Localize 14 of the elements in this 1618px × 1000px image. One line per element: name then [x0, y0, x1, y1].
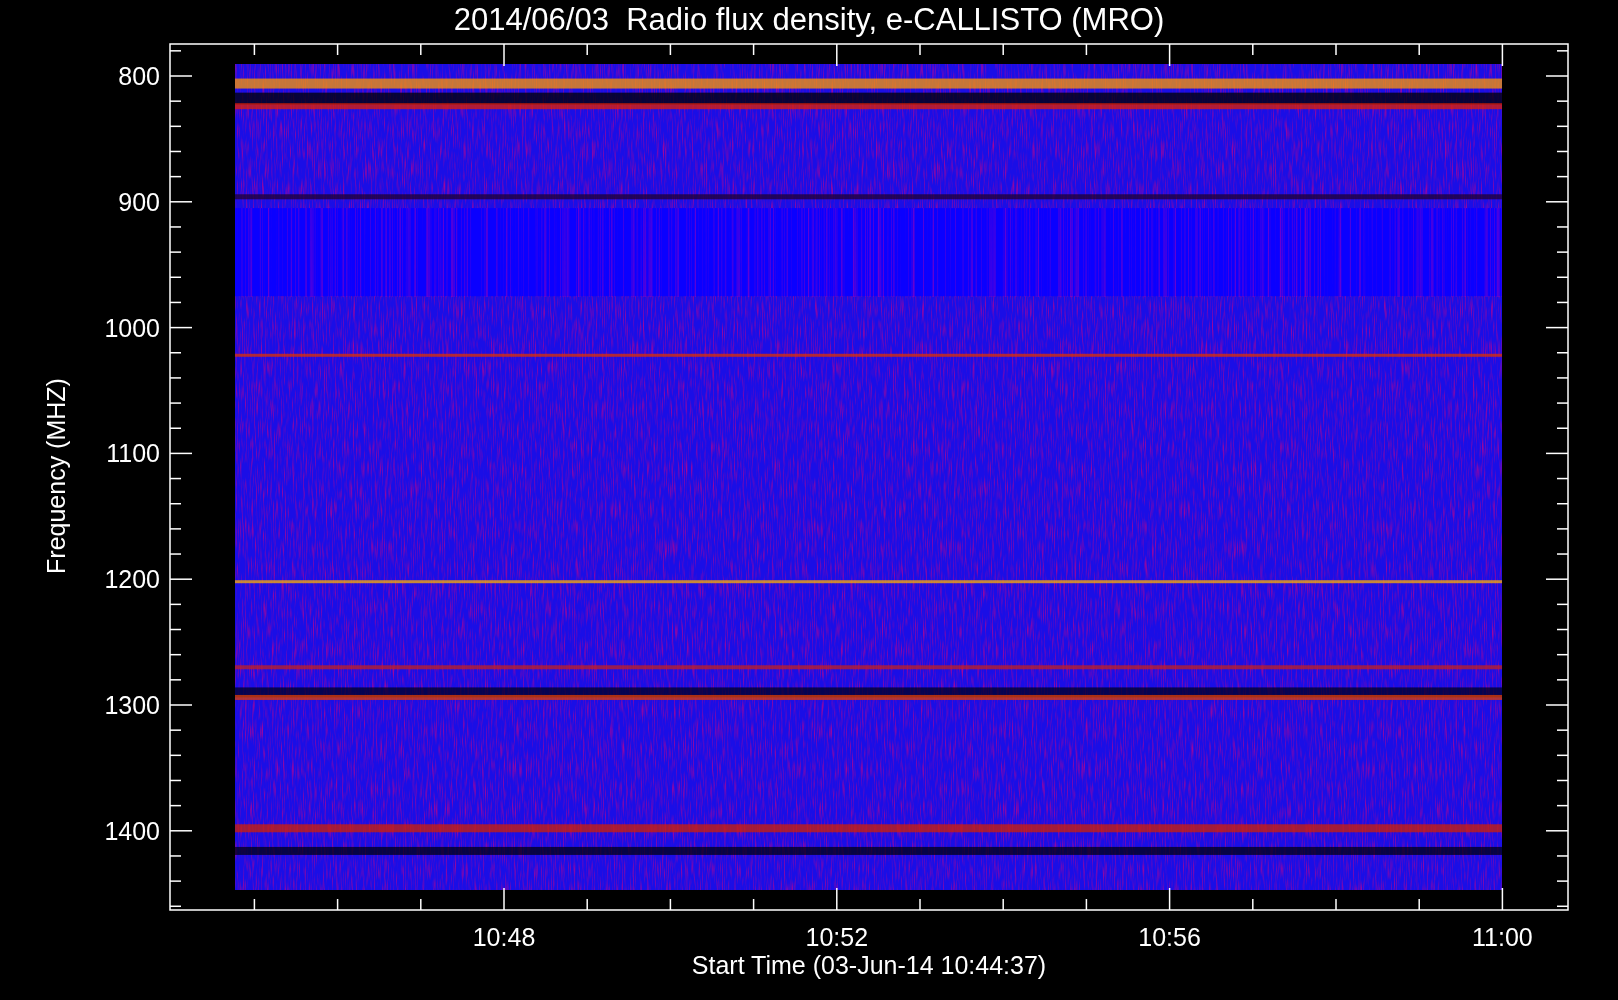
x-tick-label: 10:52 [805, 925, 869, 950]
y-axis-label: Frequency (MHZ) [43, 378, 69, 574]
y-tick-label: 900 [118, 189, 160, 215]
x-axis-label: Start Time (03-Jun-14 10:44:37) [691, 953, 1047, 978]
y-tick-label: 800 [118, 64, 160, 89]
x-tick-label: 10:48 [472, 925, 536, 950]
y-tick-label: 1000 [104, 315, 160, 341]
y-tick-label: 1100 [106, 441, 160, 467]
y-tick-label: 1400 [104, 818, 160, 844]
y-tick-label: 1300 [104, 693, 160, 718]
x-tick-label: 11:00 [1472, 925, 1533, 950]
chart-title: 2014/06/03 Radio flux density, e-CALLISTO (MRO) [452, 2, 1166, 38]
y-tick-label: 1200 [104, 567, 160, 593]
x-tick-label: 10:56 [1138, 925, 1201, 950]
